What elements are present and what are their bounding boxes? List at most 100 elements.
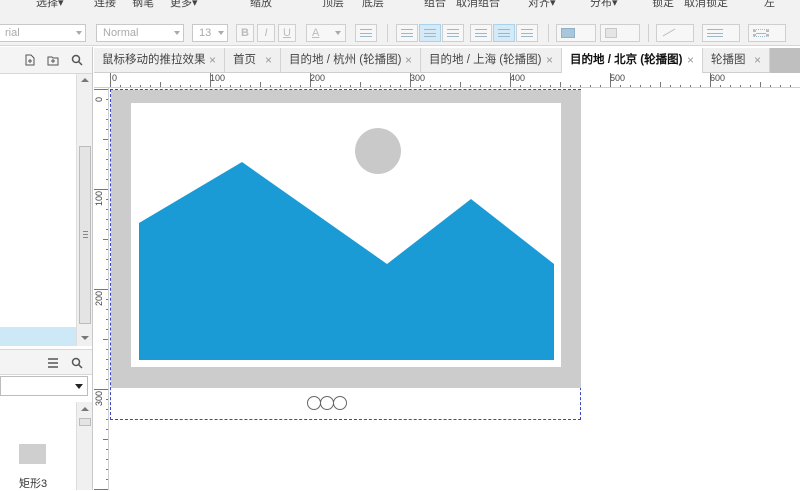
tab-push-pull-effect[interactable]: 鼠标移动的推拉效果 × (94, 48, 225, 73)
search-icon[interactable] (71, 54, 83, 66)
align-right-icon (447, 29, 459, 37)
font-family-value: rial (5, 27, 20, 39)
align-right-button[interactable] (442, 24, 464, 42)
close-icon[interactable]: × (209, 48, 216, 73)
ruler-label: 200 (310, 73, 326, 83)
image-placeholder-graphic (139, 128, 554, 360)
scroll-up-icon[interactable] (81, 78, 89, 82)
menu-connect[interactable]: 连接 (94, 0, 116, 10)
close-icon[interactable]: × (265, 48, 272, 73)
close-icon[interactable]: × (687, 48, 694, 73)
menu-more[interactable]: 更多▾ (170, 0, 198, 10)
ruler-label: 0 (112, 73, 118, 83)
menu-pen[interactable]: 钢笔 (132, 0, 154, 10)
carousel-dot[interactable] (320, 396, 334, 410)
line-style-button[interactable] (748, 24, 786, 42)
valign-bottom-button[interactable] (516, 24, 538, 42)
shadow-button[interactable] (600, 24, 640, 42)
add-page-icon[interactable] (24, 54, 36, 66)
scrollbar-thumb[interactable] (79, 418, 91, 426)
left-panel: 矩形3 (0, 47, 93, 490)
tab-carousel[interactable]: 轮播图 × (703, 48, 770, 73)
fill-color-button[interactable] (556, 24, 596, 42)
design-canvas[interactable] (110, 89, 800, 490)
menu-align[interactable]: 对齐▾ (528, 0, 556, 10)
scroll-down-icon[interactable] (81, 336, 89, 340)
carousel-frame[interactable] (111, 90, 581, 388)
font-color-label: A (312, 27, 320, 39)
menu-unlock[interactable]: 取消锁定 (684, 0, 728, 10)
widgets-panel-toolbar (0, 349, 92, 375)
tab-label: 鼠标移动的推拉效果 (102, 54, 206, 66)
image-placeholder[interactable] (131, 103, 561, 367)
chevron-down-icon (335, 31, 341, 35)
pages-scrollbar[interactable] (76, 74, 92, 346)
line-color-button[interactable] (656, 24, 694, 42)
scrollbar-thumb[interactable] (79, 146, 91, 324)
carousel-dynamic-panel[interactable] (110, 89, 581, 420)
widgets-scrollbar[interactable] (76, 402, 92, 490)
align-left-button[interactable] (396, 24, 418, 42)
menu-ungroup[interactable]: 取消组合 (456, 0, 500, 10)
list-icon (360, 29, 372, 37)
line-width-button[interactable] (702, 24, 740, 42)
rectangle-widget-thumbnail[interactable] (19, 444, 46, 464)
tab-beijing-carousel[interactable]: 目的地 / 北京 (轮播图) × (562, 48, 703, 74)
menu-lock[interactable]: 锁定 (652, 0, 674, 10)
ruler-label: 100 (210, 73, 226, 83)
menu-select[interactable]: 选择▾ (36, 0, 64, 10)
valign-middle-button[interactable] (493, 24, 515, 42)
menu-send-back[interactable]: 底层 (362, 0, 384, 10)
font-style-select[interactable]: Normal (96, 24, 184, 42)
tab-home[interactable]: 首页 × (225, 48, 281, 73)
align-center-button[interactable] (419, 24, 441, 42)
line-style-icon (753, 29, 769, 37)
close-icon[interactable]: × (546, 48, 553, 73)
horizontal-ruler: 0 100 200 300 400 500 600 (94, 73, 800, 88)
font-size-select[interactable]: 13 (192, 24, 228, 42)
widget-library-select[interactable] (0, 376, 88, 396)
mountain-icon (139, 162, 554, 360)
carousel-indicators (307, 396, 347, 413)
ruler-label: 300 (94, 390, 104, 406)
pages-panel-toolbar (0, 47, 92, 74)
add-folder-icon[interactable] (47, 54, 59, 66)
page-tabbar: 鼠标移动的推拉效果 × 首页 × 目的地 / 杭州 (轮播图) × 目的地 / … (94, 48, 800, 74)
horizontal-ruler-ticks (110, 73, 791, 87)
ruler-label: 500 (610, 73, 626, 83)
tab-label: 目的地 / 杭州 (轮播图) (289, 54, 402, 66)
tab-shanghai-carousel[interactable]: 目的地 / 上海 (轮播图) × (421, 48, 562, 73)
selected-page-row[interactable] (0, 327, 76, 346)
line-width-icon (707, 29, 723, 37)
bold-button[interactable]: B (236, 24, 254, 42)
carousel-dot[interactable] (307, 396, 321, 410)
menu-bring-front[interactable]: 顶层 (322, 0, 344, 10)
menu-icon[interactable] (47, 357, 59, 369)
search-icon[interactable] (71, 357, 83, 369)
vertical-ruler-ticks (94, 89, 108, 490)
main-menubar: 选择▾ 连接 钢笔 更多▾ 缩放 顶层 底层 组合 取消组合 对齐▾ 分布▾ 锁… (0, 0, 800, 20)
toolbar-divider (548, 24, 549, 42)
menu-zoom[interactable]: 缩放 (250, 0, 272, 10)
menu-group[interactable]: 组合 (424, 0, 446, 10)
close-icon[interactable]: × (405, 48, 412, 73)
menu-distribute[interactable]: 分布▾ (590, 0, 618, 10)
format-toolbar: rial Normal 13 B I U A (0, 20, 800, 46)
carousel-dot[interactable] (333, 396, 347, 410)
font-color-button[interactable]: A (306, 24, 346, 42)
underline-button[interactable]: U (278, 24, 296, 42)
align-left-icon (401, 29, 413, 37)
bullet-list-button[interactable] (355, 24, 377, 42)
tab-hangzhou-carousel[interactable]: 目的地 / 杭州 (轮播图) × (281, 48, 421, 73)
ruler-label: 0 (94, 96, 104, 102)
chevron-down-icon (76, 31, 82, 35)
menu-left[interactable]: 左 (764, 0, 775, 10)
toolbar-divider (648, 24, 649, 42)
scroll-up-icon[interactable] (81, 407, 89, 411)
valign-bottom-icon (521, 29, 533, 37)
font-family-select[interactable]: rial (0, 24, 86, 42)
italic-button[interactable]: I (257, 24, 275, 42)
valign-top-button[interactable] (470, 24, 492, 42)
close-icon[interactable]: × (754, 48, 761, 73)
chevron-down-icon (218, 31, 224, 35)
